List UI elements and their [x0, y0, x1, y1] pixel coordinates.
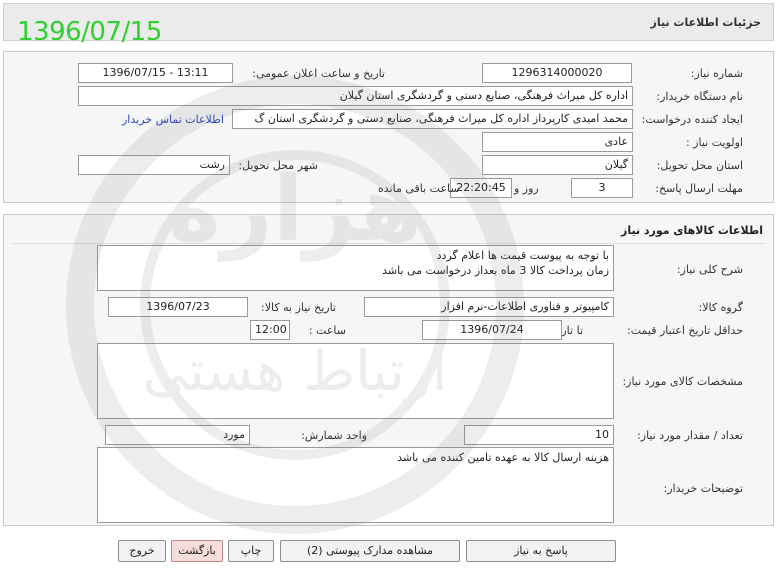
- notes-label: توضیحات خریدار:: [663, 482, 744, 495]
- need-number-field: 1296314000020: [482, 63, 632, 83]
- summary-textarea: با توجه به پیوست قیمت ها اعلام گردد زمان…: [97, 245, 614, 291]
- back-button[interactable]: بازگشت: [171, 540, 223, 562]
- remaining-label: ساعت باقی مانده: [378, 182, 460, 195]
- summary-line-2: زمان پرداخت کالا 3 ماه بعداز درخواست می …: [382, 264, 609, 277]
- days-field: 3: [571, 178, 633, 198]
- city-label: شهر محل تحویل:: [238, 159, 318, 172]
- need-date-field: 1396/07/23: [108, 297, 248, 317]
- specs-textarea: [97, 343, 614, 419]
- print-button[interactable]: چاپ: [228, 540, 274, 562]
- until-date-field: 1396/07/24: [422, 320, 562, 340]
- creator-field: محمد امیدی کارپرداز اداره کل میراث فرهنگ…: [232, 109, 633, 129]
- qty-field: 10: [464, 425, 614, 445]
- group-label: گروه کالا:: [698, 301, 743, 314]
- buyer-contact-link[interactable]: اطلاعات تماس خریدار: [122, 113, 224, 126]
- general-info-panel: شماره نیاز: 1296314000020 تاریخ و ساعت ا…: [3, 51, 774, 203]
- priority-field: عادی: [482, 132, 633, 152]
- page-title: جزئیات اطلاعات نیاز: [650, 16, 762, 29]
- hour-label: ساعت :: [308, 324, 346, 337]
- province-label: استان محل تحویل:: [656, 159, 743, 172]
- unit-label: واحد شمارش:: [301, 429, 367, 442]
- deadline-label: مهلت ارسال پاسخ:: [655, 182, 743, 195]
- creator-label: ایجاد کننده درخواست:: [641, 113, 743, 126]
- province-field: گیلان: [482, 155, 633, 175]
- hour-field: 12:00: [250, 320, 290, 340]
- qty-label: تعداد / مقدار مورد نیاز:: [637, 429, 743, 442]
- unit-field: مورد: [105, 425, 250, 445]
- need-date-label: تاریخ نیاز به کالا:: [261, 301, 336, 314]
- announce-date-field: 1396/07/15 - 13:11: [78, 63, 233, 83]
- need-number-label: شماره نیاز:: [690, 67, 743, 80]
- page-header: جزئیات اطلاعات نیاز 1396/07/15: [3, 3, 774, 47]
- group-field: کامپیوتر و فناوری اطلاعات-نرم افزار: [364, 297, 614, 317]
- specs-label: مشخصات کالای مورد نیاز:: [622, 375, 743, 388]
- notes-textarea: هزینه ارسال کالا به عهده تامین کننده می …: [97, 447, 614, 523]
- date-stamp: 1396/07/15: [17, 17, 162, 47]
- validity-label: حداقل تاریخ اعتبار قیمت:: [627, 324, 743, 337]
- exit-button[interactable]: خروج: [118, 540, 166, 562]
- goods-section-title: اطلاعات کالاهای مورد نیاز: [621, 224, 763, 237]
- reply-button[interactable]: پاسخ به نیاز: [466, 540, 616, 562]
- action-bar: پاسخ به نیاز مشاهده مدارک پیوستی (2) چاپ…: [3, 540, 774, 566]
- announce-label: تاریخ و ساعت اعلان عمومی:: [252, 67, 385, 80]
- priority-label: اولویت نیاز :: [685, 136, 743, 149]
- buyer-label: نام دستگاه خریدار:: [656, 90, 743, 103]
- summary-line-1: با توجه به پیوست قیمت ها اعلام گردد: [436, 249, 609, 262]
- attachments-button[interactable]: مشاهده مدارک پیوستی (2): [280, 540, 460, 562]
- buyer-field: اداره کل میراث فرهنگی، صنایع دستی و گردش…: [78, 86, 633, 106]
- days-unit-label: روز و: [514, 182, 539, 195]
- section-divider: [12, 243, 765, 244]
- city-field: رشت: [78, 155, 230, 175]
- summary-label: شرح کلی نیاز:: [676, 263, 743, 276]
- goods-info-panel: اطلاعات کالاهای مورد نیاز شرح کلی نیاز: …: [3, 214, 774, 526]
